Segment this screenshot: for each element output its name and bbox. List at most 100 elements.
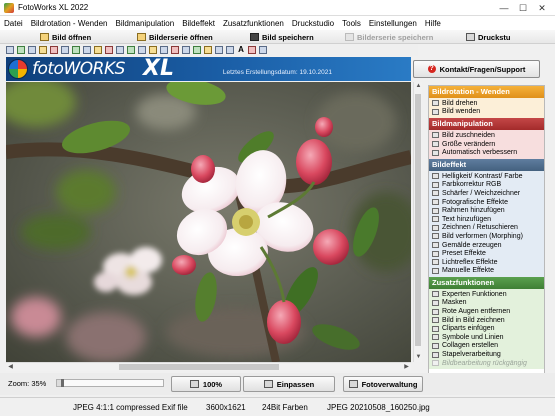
- symbols-icon[interactable]: [248, 46, 256, 54]
- floppy-icon: [345, 33, 354, 41]
- red-eye-icon: [432, 308, 439, 315]
- zoom-slider-knob[interactable]: [61, 379, 64, 387]
- lens-flare-icon[interactable]: [160, 46, 168, 54]
- photo-effects-icon[interactable]: [94, 46, 102, 54]
- app-icon: [4, 2, 14, 13]
- resize-icon[interactable]: [39, 46, 47, 54]
- panel-item-rueckgaengig[interactable]: Bildbearbeitung rückgängig: [429, 359, 544, 368]
- text-icon[interactable]: A: [237, 46, 245, 54]
- panel-item-foto-effekte[interactable]: Fotografische Effekte: [429, 198, 544, 207]
- section-title[interactable]: Bildmanipulation: [429, 118, 544, 131]
- rotate-icon[interactable]: [6, 46, 14, 54]
- draw-icon: [432, 224, 439, 231]
- draw-icon[interactable]: [116, 46, 124, 54]
- scroll-down-icon[interactable]: ▼: [414, 353, 423, 362]
- menu-zusatzfunktionen[interactable]: Zusatzfunktionen: [223, 19, 284, 28]
- status-bar: JPEG 4:1:1 compressed Exif file 3600x162…: [0, 397, 555, 416]
- morph-icon[interactable]: [127, 46, 135, 54]
- panel-item-auto-verbessern[interactable]: Automatisch verbessern: [429, 148, 544, 157]
- horizontal-scrollbar[interactable]: ◀ ▶: [6, 362, 411, 371]
- scroll-left-icon[interactable]: ◀: [6, 363, 15, 372]
- clipart-icon[interactable]: [226, 46, 234, 54]
- photo-manager-button[interactable]: Fotoverwaltung: [343, 376, 423, 392]
- painting-icon[interactable]: [138, 46, 146, 54]
- menu-bildeffekt[interactable]: Bildeffekt: [182, 19, 215, 28]
- menu-datei[interactable]: Datei: [4, 19, 23, 28]
- expert-icon: [432, 291, 439, 298]
- menu-druckstudio[interactable]: Druckstudio: [292, 19, 334, 28]
- panel-item-preset[interactable]: Preset Effekte: [429, 249, 544, 258]
- logo-text: fotoWORKS: [32, 59, 125, 79]
- mask-icon[interactable]: [193, 46, 201, 54]
- scroll-right-icon[interactable]: ▶: [402, 363, 411, 372]
- mirror-icon[interactable]: [17, 46, 25, 54]
- expert-icon[interactable]: [182, 46, 190, 54]
- preset-icon[interactable]: [149, 46, 157, 54]
- panel-item-zuschneiden[interactable]: Bild zuschneiden: [429, 131, 544, 140]
- section-title[interactable]: Bildeffekt: [429, 158, 544, 171]
- panel-item-collagen[interactable]: Collagen erstellen: [429, 342, 544, 351]
- section-title[interactable]: Zusatzfunktionen: [429, 277, 544, 290]
- menu-hilfe[interactable]: Hilfe: [425, 19, 441, 28]
- crop-icon[interactable]: [28, 46, 36, 54]
- folder-icon: [40, 33, 49, 41]
- contact-support-button[interactable]: ? Kontakt/Fragen/Support: [413, 60, 540, 78]
- panel-item-lichtreflex[interactable]: Lichtreflex Effekte: [429, 258, 544, 267]
- resize-icon: [432, 141, 439, 148]
- panel-item-text[interactable]: Text hinzufügen: [429, 215, 544, 224]
- manual-effects-icon[interactable]: [171, 46, 179, 54]
- panel-item-experten[interactable]: Experten Funktionen: [429, 290, 544, 299]
- panel-item-symbole[interactable]: Symbole und Linien: [429, 333, 544, 342]
- minimize-button[interactable]: —: [497, 2, 511, 14]
- collage-icon[interactable]: [259, 46, 267, 54]
- fit-button[interactable]: Einpassen: [243, 376, 335, 392]
- print-studio-button[interactable]: Druckstu: [466, 31, 511, 43]
- horizontal-scroll-thumb[interactable]: [119, 364, 279, 370]
- panel-item-rahmen[interactable]: Rahmen hinzufügen: [429, 206, 544, 215]
- vertical-scroll-thumb[interactable]: [415, 94, 421, 346]
- panel-item-manuelle-effekte[interactable]: Manuelle Effekte: [429, 267, 544, 276]
- scroll-up-icon[interactable]: ▲: [414, 82, 423, 91]
- menu-einstellungen[interactable]: Einstellungen: [369, 19, 417, 28]
- vertical-scrollbar[interactable]: ▲ ▼: [413, 82, 422, 362]
- image-canvas[interactable]: [6, 82, 411, 362]
- save-image-button[interactable]: Bild speichern: [250, 31, 314, 43]
- photo-effects-icon: [432, 199, 439, 206]
- window-title: FotoWorks XL 2022: [18, 3, 89, 12]
- menu-tools[interactable]: Tools: [342, 19, 361, 28]
- panel-item-rote-augen[interactable]: Rote Augen entfernen: [429, 307, 544, 316]
- frame-icon[interactable]: [105, 46, 113, 54]
- open-series-button[interactable]: Bilderserie öffnen: [137, 31, 213, 43]
- zoom-100-button[interactable]: 100%: [171, 376, 241, 392]
- picture-in-picture-icon[interactable]: [215, 46, 223, 54]
- clipart-icon: [432, 325, 439, 332]
- zoom-slider[interactable]: [56, 379, 164, 387]
- sharpen-icon[interactable]: [83, 46, 91, 54]
- panel-item-gemaelde[interactable]: Gemälde erzeugen: [429, 241, 544, 250]
- panel-item-zeichnen[interactable]: Zeichnen / Retuschieren: [429, 224, 544, 233]
- section-title[interactable]: Bildrotation - Wenden: [429, 86, 544, 98]
- auto-enhance-icon[interactable]: [50, 46, 58, 54]
- panel-item-bild-wenden[interactable]: Bild wenden: [429, 108, 544, 117]
- red-eye-icon[interactable]: [204, 46, 212, 54]
- panel-item-farbkorrektur[interactable]: Farbkorrektur RGB: [429, 181, 544, 190]
- save-series-button[interactable]: Bilderserie speichern: [345, 31, 433, 43]
- panel-item-schaerfer[interactable]: Schärfer / Weichzeichner: [429, 189, 544, 198]
- panel-item-cliparts[interactable]: Cliparts einfügen: [429, 324, 544, 333]
- panel-item-helligkeit[interactable]: Helligkeit/ Kontrast/ Farbe: [429, 172, 544, 181]
- panel-item-bild-in-bild[interactable]: Bild in Bild zeichnen: [429, 316, 544, 325]
- menu-bildmanipulation[interactable]: Bildmanipulation: [115, 19, 174, 28]
- color-icon[interactable]: [72, 46, 80, 54]
- panel-item-bild-drehen[interactable]: Bild drehen: [429, 99, 544, 108]
- panel-item-groesse[interactable]: Größe verändern: [429, 140, 544, 149]
- menu-bildrotation[interactable]: Bildrotation - Wenden: [31, 19, 108, 28]
- panel-item-stapel[interactable]: Stapelverarbeitung: [429, 350, 544, 359]
- open-image-button[interactable]: Bild öffnen: [40, 31, 91, 43]
- maximize-button[interactable]: ☐: [516, 2, 530, 14]
- mirror-icon: [432, 108, 439, 115]
- panel-item-masken[interactable]: Masken: [429, 299, 544, 308]
- close-button[interactable]: ✕: [535, 2, 549, 14]
- panel-item-morphing[interactable]: Bild verformen (Morphing): [429, 232, 544, 241]
- fit-arrows-icon: [263, 380, 273, 388]
- brightness-icon[interactable]: [61, 46, 69, 54]
